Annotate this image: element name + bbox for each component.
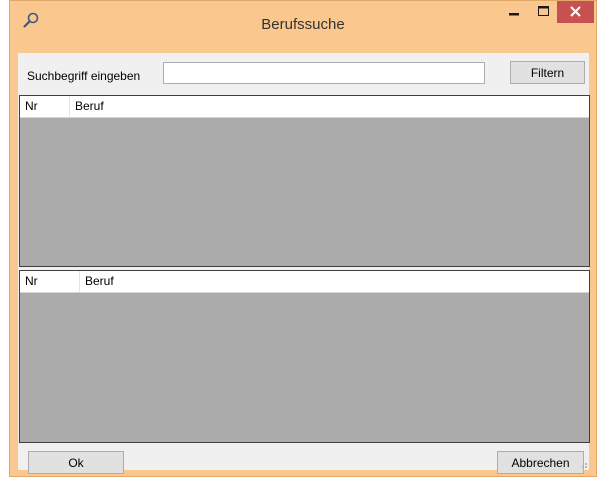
column-header-nr[interactable]: Nr [20,96,70,117]
column-header-nr[interactable]: Nr [20,271,80,292]
close-icon[interactable] [557,1,594,23]
ok-button[interactable]: Ok [28,451,124,474]
column-header-beruf[interactable]: Beruf [70,96,104,117]
title-bar[interactable]: Berufssuche [10,1,596,53]
results-grid-bottom[interactable]: Nr Beruf [19,270,590,443]
minimize-icon[interactable] [500,1,528,23]
column-header-beruf[interactable]: Beruf [80,271,114,292]
grid-header: Nr Beruf [20,271,589,293]
results-grid-top[interactable]: Nr Beruf [19,95,590,267]
search-input[interactable] [163,62,485,84]
resize-grip-icon[interactable] [578,459,588,469]
dialog-window: Berufssuche Suchbegriff eingeben Filtern… [9,0,597,477]
search-label: Suchbegriff eingeben [27,69,141,83]
grid-header: Nr Beruf [20,96,589,118]
dialog-client-area: Suchbegriff eingeben Filtern Nr Beruf Nr… [18,53,590,474]
cancel-button[interactable]: Abbrechen [497,451,584,474]
filter-button[interactable]: Filtern [510,61,585,84]
maximize-icon[interactable] [530,1,558,23]
